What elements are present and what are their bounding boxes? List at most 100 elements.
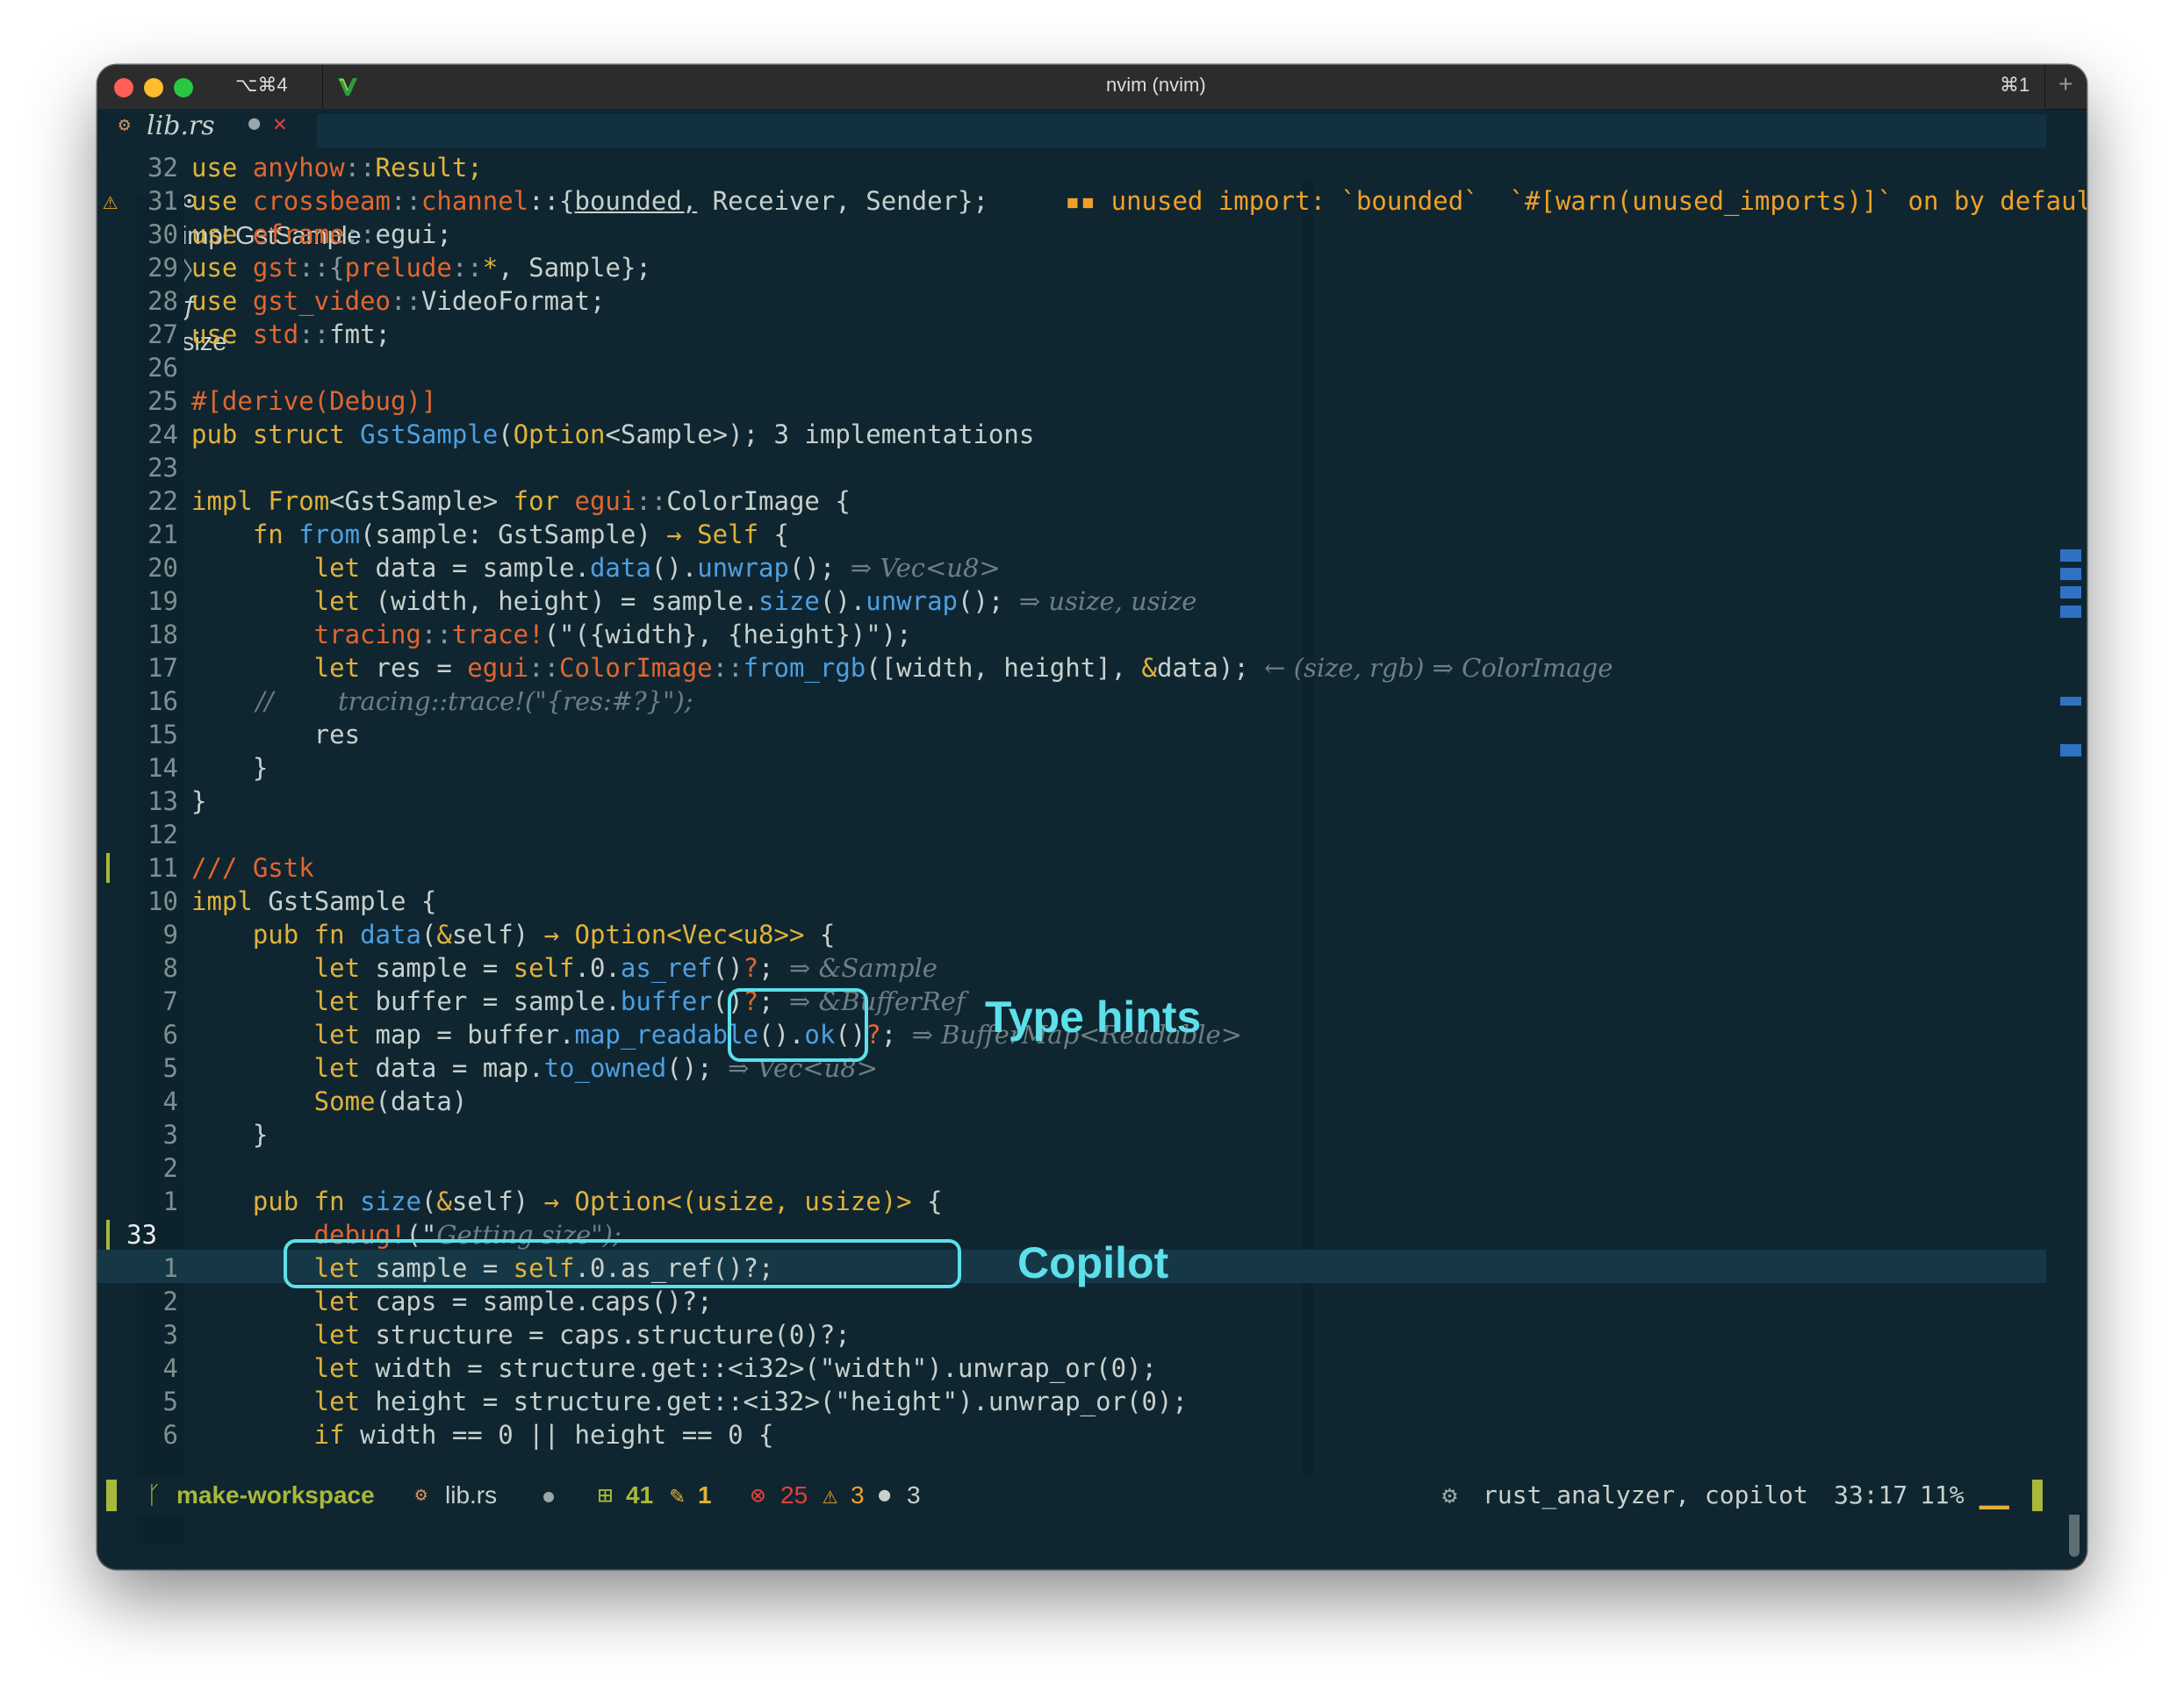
code-line[interactable]: 2 — [97, 1151, 2046, 1185]
code-line[interactable]: 5 let data = map.to_owned(); ⇒ Vec<u8> — [97, 1051, 2046, 1085]
new-tab-button[interactable]: + — [2058, 70, 2073, 98]
code-token: let — [191, 953, 376, 983]
scrollbar-marker — [2060, 744, 2081, 756]
line-number: 24 — [147, 419, 178, 449]
code-token: impl — [191, 886, 269, 916]
code-line[interactable]: 6 if width == 0 || height == 0 { — [97, 1418, 2046, 1452]
code-token: let — [191, 1320, 376, 1350]
line-number: 26 — [147, 353, 178, 383]
line-text: if width == 0 || height == 0 { — [191, 1418, 774, 1452]
code-token: ([width, height], — [866, 653, 1142, 683]
hint-bulb-icon: ● — [879, 1484, 891, 1506]
code-token: * — [482, 253, 499, 283]
error-count[interactable]: 25 — [780, 1476, 808, 1515]
code-line[interactable]: 22 impl From<GstSample> for egui::ColorIm… — [97, 484, 2046, 518]
code-token: let — [191, 1053, 376, 1083]
line-number: 15 — [147, 720, 178, 749]
code-line[interactable]: 2 let caps = sample.caps()?; — [97, 1285, 2046, 1318]
code-line[interactable]: 4 let width = structure.get::<i32>("widt… — [97, 1351, 2046, 1385]
code-token: { — [804, 920, 836, 950]
code-token: size — [360, 1186, 421, 1216]
code-line[interactable]: 10 impl GstSample { — [97, 885, 2046, 918]
code-token: size — [758, 586, 820, 616]
code-line[interactable]: 25 #[derive(Debug)] — [97, 384, 2046, 418]
code-line[interactable]: 17 let res = egui::ColorImage::from_rgb(… — [97, 651, 2046, 685]
code-line[interactable]: 24 pub struct GstSample(Option<Sample>); … — [97, 418, 2046, 451]
code-token: let — [191, 1387, 376, 1416]
line-text: let structure = caps.structure(0)?; — [191, 1318, 851, 1351]
code-token: (data) — [375, 1086, 468, 1116]
line-number: 14 — [147, 753, 178, 783]
code-line[interactable]: 20 let data = sample.data().unwrap(); ⇒ … — [97, 551, 2046, 584]
code-token: egui — [467, 653, 529, 683]
code-token: for — [513, 486, 575, 516]
rust-file-icon: ⚙ — [119, 114, 131, 136]
code-line[interactable]: 4 Some(data) — [97, 1085, 2046, 1118]
status-filename: lib.rs — [445, 1481, 498, 1509]
inlay-hint: ⇒ usize, usize — [1018, 586, 1197, 616]
code-line[interactable]: 11/// Gstk — [97, 851, 2046, 885]
code-line[interactable]: 18 tracing::trace!("({width}, {height})"… — [97, 618, 2046, 651]
code-token: Receiver, Sender}; — [697, 186, 988, 216]
code-line[interactable]: 30 use eframe::egui; — [97, 218, 2046, 251]
line-number: 2 — [162, 1153, 178, 1183]
code-line[interactable]: 9 pub fn data(&self) → Option<Vec<u8>> { — [97, 918, 2046, 951]
cursor-position: 33:17 — [1834, 1480, 1908, 1509]
code-line[interactable]: 27 use std::fmt; — [97, 318, 2046, 351]
code-line[interactable]: 29 use gst::{prelude::*, Sample}; — [97, 251, 2046, 284]
buffer-tab-filename[interactable]: lib.rs — [147, 111, 215, 141]
code-token: width = structure.get::<i32>("width").un… — [375, 1353, 1157, 1383]
line-text: pub struct GstSample(Option<Sample>); 3 … — [191, 418, 1034, 451]
code-token: → Self — [666, 520, 759, 549]
line-text: let res = egui::ColorImage::from_rgb([wi… — [191, 651, 1613, 685]
minimize-window-button[interactable] — [144, 78, 163, 97]
code-token: sample = — [375, 953, 514, 983]
status-modified-indicator: ● — [543, 1485, 555, 1506]
inlay-hint: ← (size, rgb) ⇒ ColorImage — [1264, 653, 1613, 683]
type-hints-highlight — [728, 988, 868, 1062]
code-token: { — [911, 1186, 943, 1216]
code-line[interactable]: 23 — [97, 451, 2046, 484]
statusline: ᚴ make-workspace ⚙ lib.rs ● ⊞ 41 ✎ 1 ⊗ 2… — [97, 1476, 2087, 1515]
code-line[interactable]: 16 // tracing::trace!("{res:#?}"); — [97, 685, 2046, 718]
zoom-window-button[interactable] — [174, 78, 193, 97]
code-line[interactable]: 5 let height = structure.get::<i32>("hei… — [97, 1385, 2046, 1418]
code-line[interactable]: 3 let structure = caps.structure(0)?; — [97, 1318, 2046, 1351]
code-line[interactable]: 28 use gst_video::VideoFormat; — [97, 284, 2046, 318]
code-token: ColorImage — [559, 653, 713, 683]
code-line[interactable]: 32 use anyhow::Result; — [97, 151, 2046, 184]
line-number: 1 — [162, 1253, 178, 1283]
close-buffer-icon[interactable]: ✕ — [273, 111, 287, 137]
code-line[interactable]: 19 let (width, height) = sample.size().u… — [97, 584, 2046, 618]
code-line[interactable]: 14 } — [97, 751, 2046, 785]
code-token: self) — [451, 1186, 544, 1216]
code-line[interactable]: 3 } — [97, 1118, 2046, 1151]
code-token: (sample: GstSample) — [360, 520, 667, 549]
code-token: let — [191, 1020, 376, 1050]
code-line[interactable]: 1 pub fn size(&self) → Option<(usize, us… — [97, 1185, 2046, 1218]
hint-count[interactable]: 3 — [907, 1476, 921, 1515]
code-line[interactable]: 8 let sample = self.0.as_ref()?; ⇒ &Samp… — [97, 951, 2046, 985]
git-change-sign — [106, 853, 110, 883]
code-line[interactable]: 12 — [97, 818, 2046, 851]
code-line[interactable]: 13} — [97, 785, 2046, 818]
code-token: fn — [191, 520, 299, 549]
code-line[interactable]: 15 res — [97, 718, 2046, 751]
warning-count[interactable]: 3 — [851, 1476, 865, 1515]
close-window-button[interactable] — [114, 78, 133, 97]
code-line[interactable]: ⚠ 31 use crossbeam::channel::{bounded, Rec… — [97, 184, 2087, 218]
code-token: structure = caps.structure(0)?; — [375, 1320, 851, 1350]
line-number: 3 — [162, 1120, 178, 1150]
code-token: egui; — [375, 219, 452, 249]
code-token: GstSample — [360, 419, 499, 449]
line-number: 9 — [162, 920, 178, 950]
line-text: use gst_video::VideoFormat; — [191, 284, 605, 318]
code-token: GstSample { — [268, 886, 437, 916]
code-line[interactable]: 26 — [97, 351, 2046, 384]
code-token: pub struct — [191, 419, 361, 449]
git-branch[interactable]: make-workspace — [176, 1476, 375, 1515]
code-line[interactable]: 21 fn from(sample: GstSample) → Self { — [97, 518, 2046, 551]
line-number: 1 — [162, 1186, 178, 1216]
line-text: fn from(sample: GstSample) → Self { — [191, 518, 789, 551]
code-token: self) — [451, 920, 544, 950]
